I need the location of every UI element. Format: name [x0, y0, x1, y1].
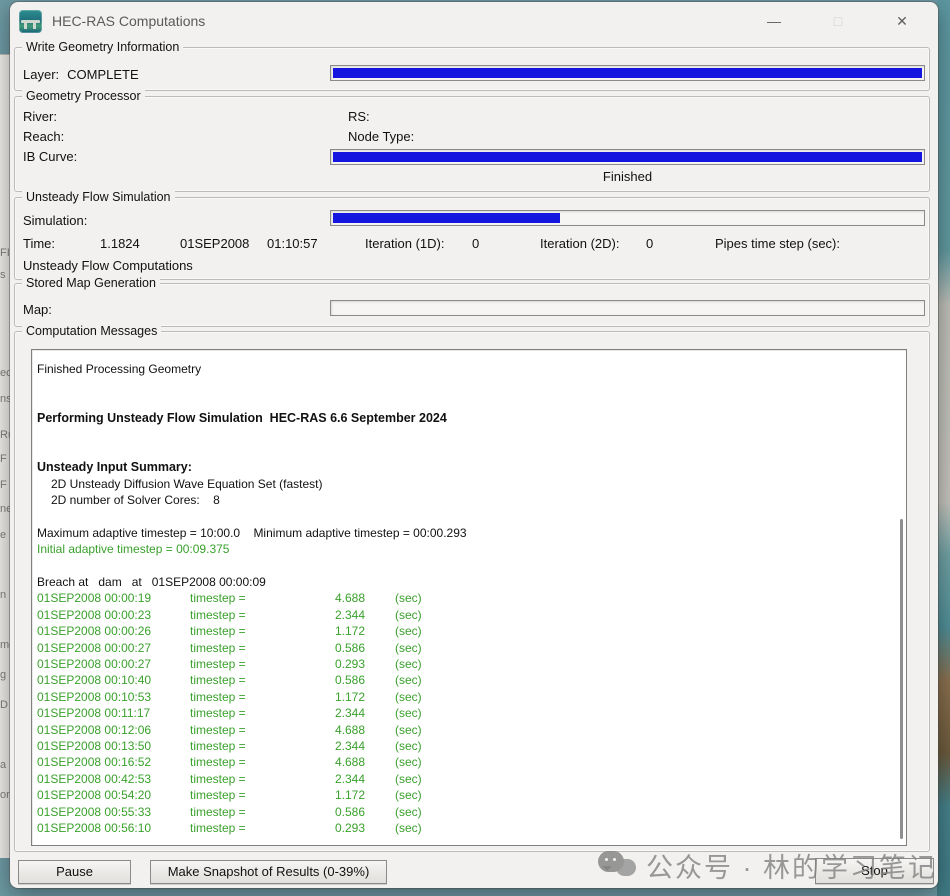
simulation-progress-fill: [333, 213, 560, 223]
background-window-text-fragment: D: [0, 699, 8, 711]
geometry-processor-progressbar: [330, 149, 925, 165]
river-label: River:: [23, 109, 57, 124]
minimize-button[interactable]: —: [760, 8, 788, 34]
timestep-row: 01SEP2008 00:10:53timestep =1.172(sec): [37, 690, 892, 706]
time-row: Time: 1.1824 01SEP2008 01:10:57 Iteratio…: [23, 236, 923, 251]
timestep-row: 01SEP2008 00:10:40timestep =0.586(sec): [37, 673, 892, 689]
message-line: [37, 510, 892, 526]
background-window-text-fragment: e: [0, 529, 6, 541]
timestep-row: 01SEP2008 00:00:19timestep =4.688(sec): [37, 591, 892, 607]
group-title-computation-messages: Computation Messages: [22, 324, 161, 338]
group-unsteady-flow-simulation: Unsteady Flow Simulation Simulation: Tim…: [14, 197, 930, 280]
ib-curve-label: IB Curve:: [23, 149, 77, 164]
timestep-row: 01SEP2008 00:16:52timestep =4.688(sec): [37, 755, 892, 771]
message-line: [37, 428, 892, 444]
group-title-geometry-processor: Geometry Processor: [22, 89, 145, 103]
hecras-computations-window: HEC-RAS Computations — □ ✕ Write Geometr…: [10, 2, 938, 888]
timestep-row: 01SEP2008 00:00:23timestep =2.344(sec): [37, 608, 892, 624]
stored-map-progressbar: [330, 300, 925, 316]
layer-label: Layer:: [23, 67, 59, 82]
message-line: [37, 559, 892, 575]
title-bar: HEC-RAS Computations — □ ✕: [10, 2, 938, 40]
background-window-text-fragment: a: [0, 759, 6, 771]
group-title-write-geometry: Write Geometry Information: [22, 40, 183, 54]
hecras-app-icon: [19, 10, 42, 33]
background-window-text-fragment: s: [0, 269, 6, 281]
message-line: Initial adaptive timestep = 00:09.375: [37, 542, 892, 558]
message-line: Unsteady Input Summary:: [37, 460, 892, 476]
timestep-row: 01SEP2008 00:00:27timestep =0.586(sec): [37, 641, 892, 657]
timestep-row: 01SEP2008 00:11:17timestep =2.344(sec): [37, 706, 892, 722]
group-title-unsteady: Unsteady Flow Simulation: [22, 190, 175, 204]
write-geometry-progressbar: [330, 65, 925, 81]
timestep-row: 01SEP2008 00:54:20timestep =1.172(sec): [37, 788, 892, 804]
message-line: Performing Unsteady Flow Simulation HEC-…: [37, 411, 892, 427]
timestep-row: 01SEP2008 00:13:50timestep =2.344(sec): [37, 739, 892, 755]
layer-value: COMPLETE: [67, 67, 139, 82]
background-window-text-fragment: ne: [0, 503, 10, 515]
iteration-1d-value: 0: [472, 236, 540, 251]
messages-body: Finished Processing Geometry Performing …: [37, 362, 892, 837]
group-computation-messages: Computation Messages Finished Processing…: [14, 331, 930, 852]
background-window-text-fragment: g: [0, 669, 6, 681]
clock-value: 01:10:57: [267, 236, 365, 251]
iteration-1d-label: Iteration (1D):: [365, 236, 472, 251]
background-window-text-fragment: F: [0, 453, 7, 465]
map-label: Map:: [23, 302, 52, 317]
maximize-button[interactable]: □: [824, 8, 852, 34]
unsteady-status: Unsteady Flow Computations: [23, 258, 193, 273]
message-line: Breach at dam at 01SEP2008 00:00:09: [37, 575, 892, 591]
node-type-label: Node Type:: [348, 129, 414, 144]
background-window-text-fragment: F: [0, 479, 7, 491]
messages-scrollbar-thumb[interactable]: [900, 519, 903, 839]
timestep-row: 01SEP2008 00:56:10timestep =0.293(sec): [37, 821, 892, 837]
group-write-geometry: Write Geometry Information Layer:COMPLET…: [14, 47, 930, 91]
stop-button[interactable]: Stop: [815, 858, 934, 884]
desktop-wallpaper-edge: [937, 0, 950, 896]
timestep-row: 01SEP2008 00:00:26timestep =1.172(sec): [37, 624, 892, 640]
background-window-text-fragment: or: [0, 789, 10, 801]
simulation-label: Simulation:: [23, 213, 87, 228]
background-window-text-fragment: eo: [0, 367, 10, 379]
write-geometry-progress-fill: [333, 68, 922, 78]
geometry-processor-status: Finished: [330, 169, 925, 184]
geometry-processor-progress-fill: [333, 152, 922, 162]
message-line: 2D Unsteady Diffusion Wave Equation Set …: [37, 477, 892, 493]
group-stored-map-generation: Stored Map Generation Map:: [14, 283, 930, 327]
message-line: 2D number of Solver Cores: 8: [37, 493, 892, 509]
pipes-timestep-label: Pipes time step (sec):: [715, 236, 840, 251]
make-snapshot-button[interactable]: Make Snapshot of Results (0-39%): [150, 860, 387, 884]
rs-label: RS:: [348, 109, 370, 124]
background-window-text-fragment: FI: [0, 247, 10, 259]
timestep-row: 01SEP2008 00:00:27timestep =0.293(sec): [37, 657, 892, 673]
background-window-text-fragment: n: [0, 589, 6, 601]
timestep-row: 01SEP2008 00:55:33timestep =0.586(sec): [37, 805, 892, 821]
group-geometry-processor: Geometry Processor River: RS: Reach: Nod…: [14, 96, 930, 192]
message-line: [37, 378, 892, 394]
computation-messages-panel[interactable]: Finished Processing Geometry Performing …: [31, 349, 907, 846]
message-line: Maximum adaptive timestep = 10:00.0 Mini…: [37, 526, 892, 542]
group-title-stored-map: Stored Map Generation: [22, 276, 160, 290]
iteration-2d-label: Iteration (2D):: [540, 236, 646, 251]
background-window-text-fragment: Ru: [0, 429, 10, 441]
date-value: 01SEP2008: [180, 236, 267, 251]
background-window-text-fragment: ns: [0, 393, 10, 405]
iteration-2d-value: 0: [646, 236, 715, 251]
close-button[interactable]: ✕: [888, 8, 916, 34]
time-label: Time:: [23, 236, 100, 251]
background-window-text-fragment: me: [0, 639, 10, 651]
window-title: HEC-RAS Computations: [52, 13, 205, 29]
background-window-edge: FI s eo ns Ru F Fne e n me g Da or: [0, 54, 10, 858]
reach-label: Reach:: [23, 129, 64, 144]
message-line: [37, 444, 892, 460]
layer-row: Layer: COMPLETE: [23, 66, 139, 84]
time-value: 1.1824: [100, 236, 180, 251]
timestep-row: 01SEP2008 00:12:06timestep =4.688(sec): [37, 723, 892, 739]
timestep-row: 01SEP2008 00:42:53timestep =2.344(sec): [37, 772, 892, 788]
message-line: [37, 395, 892, 411]
pause-button[interactable]: Pause: [18, 860, 131, 884]
simulation-progressbar: [330, 210, 925, 226]
message-line: Finished Processing Geometry: [37, 362, 892, 378]
